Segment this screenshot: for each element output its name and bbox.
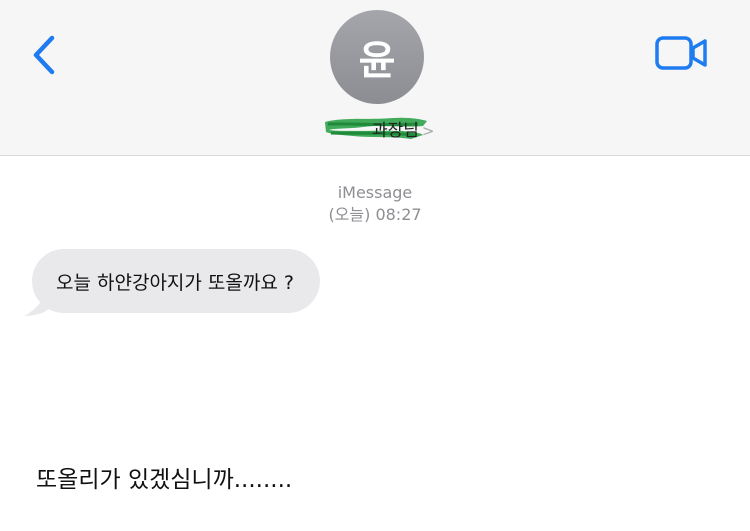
message-text: 오늘 하얀강아지가 또올까요 ? <box>56 271 294 294</box>
facetime-video-button[interactable] <box>655 36 709 70</box>
chevron-right-icon: > <box>421 122 435 140</box>
video-camera-icon <box>655 36 707 70</box>
chevron-left-icon <box>33 35 55 75</box>
avatar-initial: 윤 <box>358 38 396 84</box>
contact-avatar[interactable]: 윤 <box>330 10 424 104</box>
caption-text: 또올리가 있겠심니까........ <box>36 467 293 493</box>
message-timestamp: (오늘) 08:27 <box>328 205 422 224</box>
service-label: iMessage <box>337 183 413 202</box>
back-button[interactable] <box>26 30 66 80</box>
conversation-header: 윤 과장님 > <box>0 0 750 156</box>
contact-name-row[interactable]: 과장님 > <box>0 114 750 141</box>
contact-name: 과장님 <box>372 121 419 141</box>
message-meta: iMessage (오늘) 08:27 <box>0 182 750 226</box>
incoming-message-bubble[interactable]: 오늘 하얀강아지가 또올까요 ? <box>32 249 320 313</box>
